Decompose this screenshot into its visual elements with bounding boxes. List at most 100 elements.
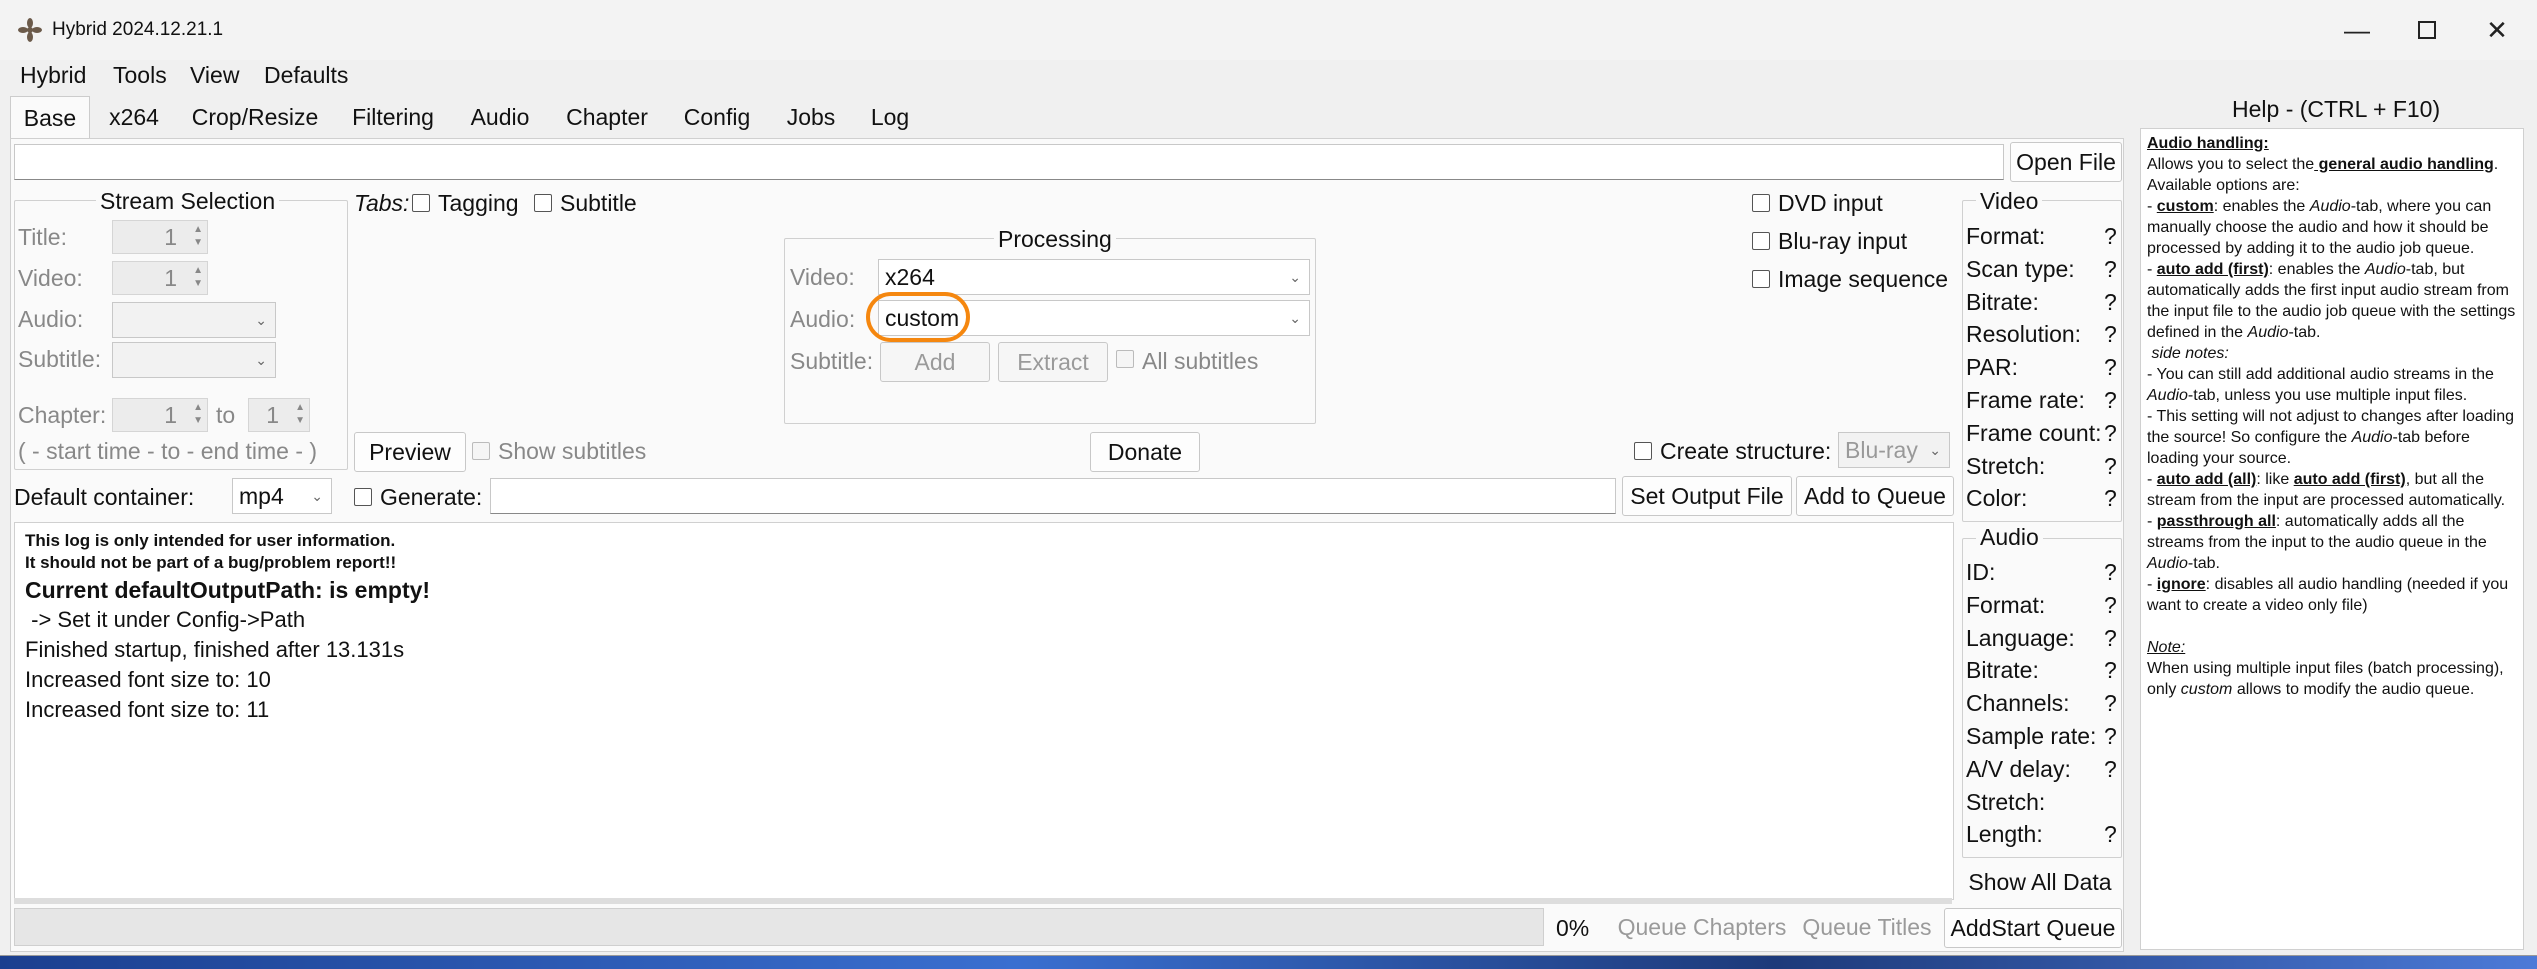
add-to-queue-button[interactable]: Add to Queue — [1796, 476, 1954, 516]
set-output-file-button[interactable]: Set Output File — [1622, 476, 1792, 516]
show-all-data-button[interactable]: Show All Data — [1962, 864, 2118, 900]
subtitle-tab-checkbox[interactable] — [534, 194, 552, 212]
queue-chapters-button[interactable]: Queue Chapters — [1614, 908, 1790, 946]
video-field-label: Color: — [1966, 485, 2028, 512]
maximize-button[interactable] — [2392, 0, 2462, 60]
title-value: 1 — [164, 224, 177, 250]
video-field-value: ? — [2104, 321, 2117, 348]
create-structure-checkbox[interactable] — [1634, 442, 1652, 460]
generate-checkbox[interactable] — [354, 488, 372, 506]
structure-select[interactable]: Blu-ray ⌄ — [1838, 432, 1950, 468]
all-subtitles-checkbox[interactable] — [1116, 350, 1134, 368]
tabs-label: Tabs: — [354, 190, 410, 216]
log-line: Finished startup, finished after 13.131s — [25, 637, 405, 662]
log-scrollbar[interactable] — [14, 898, 1952, 904]
tab-audio[interactable]: Audio — [456, 96, 544, 138]
video-field-value: ? — [2104, 387, 2117, 413]
tagging-checkbox[interactable] — [412, 194, 430, 212]
audio-field-value: ? — [2104, 755, 2117, 782]
log-line: Current defaultOutputPath: is empty! — [25, 577, 431, 603]
subtitle-add-button[interactable]: Add — [880, 342, 990, 382]
dvd-input-checkbox[interactable] — [1752, 194, 1770, 212]
queue-titles-button[interactable]: Queue Titles — [1798, 908, 1936, 946]
audio-field-label: Sample rate: — [1966, 723, 2097, 749]
preview-button[interactable]: Preview — [354, 432, 466, 472]
help-text: side notes: — [2147, 345, 2229, 362]
subtitle-extract-button[interactable]: Extract — [998, 342, 1108, 382]
hybrid-logo-icon — [18, 18, 42, 42]
log-area[interactable]: This log is only intended for user infor… — [14, 522, 1954, 900]
processing-audio-label: Audio: — [790, 306, 856, 332]
audio-field-value: ? — [2104, 723, 2117, 749]
help-text: : like — [2256, 471, 2294, 488]
audio-field-label: Bitrate: — [1966, 657, 2039, 684]
tab-config[interactable]: Config — [670, 96, 764, 138]
tab-chapter[interactable]: Chapter — [552, 96, 662, 138]
help-option-passthrough: passthrough all — [2156, 513, 2276, 530]
chapter-to-spinbox[interactable]: 1 ▲ ▼ — [248, 398, 310, 432]
tab-base[interactable]: Base — [10, 96, 90, 139]
donate-button[interactable]: Donate — [1090, 432, 1200, 472]
processing-title: Processing — [994, 224, 1116, 254]
audio-stream-select[interactable]: ⌄ — [112, 302, 276, 338]
video-field-value: ? — [2104, 223, 2117, 249]
help-link: general audio handling — [2314, 156, 2494, 173]
log-line: It should not be part of a bug/problem r… — [25, 553, 397, 572]
help-note-heading: Note: — [2147, 639, 2186, 656]
minimize-button[interactable]: — — [2322, 0, 2392, 60]
open-file-button[interactable]: Open File — [2010, 142, 2122, 182]
help-text: Allows you to select the — [2147, 156, 2315, 173]
audio-field-label: A/V delay: — [1966, 755, 2071, 782]
tab-filtering[interactable]: Filtering — [338, 96, 448, 138]
subtitle-stream-select[interactable]: ⌄ — [112, 342, 276, 378]
container-value: mp4 — [239, 483, 284, 509]
chapter-label: Chapter: — [18, 402, 107, 428]
all-subtitles-label: All subtitles — [1142, 348, 1259, 374]
image-sequence-checkbox[interactable] — [1752, 270, 1770, 288]
audio-field-label: Channels: — [1966, 690, 2070, 717]
menu-tools[interactable]: Tools — [113, 60, 167, 90]
audio-field-label: Length: — [1966, 821, 2043, 848]
menu-hybrid[interactable]: Hybrid — [20, 60, 86, 90]
add-start-queue-button[interactable]: AddStart Queue — [1944, 908, 2122, 948]
tab-jobs[interactable]: Jobs — [772, 96, 850, 138]
log-line: Increased font size to: 10 — [25, 667, 271, 692]
tab-x264[interactable]: x264 — [96, 96, 172, 138]
progress-percent: 0% — [1556, 915, 1590, 941]
video-stream-spinbox[interactable]: 1 ▲ ▼ — [112, 261, 208, 295]
video-encoder-value: x264 — [885, 264, 935, 290]
video-stream-label: Video: — [18, 265, 83, 291]
help-text: Audio — [2147, 387, 2188, 404]
help-text: allows to modify the audio queue. — [2232, 681, 2475, 698]
audio-field-label: ID: — [1966, 559, 1996, 585]
help-text: -tab. — [2288, 324, 2321, 341]
chapter-from-spinbox[interactable]: 1 ▲ ▼ — [112, 398, 208, 432]
subtitle-tab-label: Subtitle — [560, 190, 637, 216]
bluray-input-checkbox[interactable] — [1752, 232, 1770, 250]
output-file-path[interactable] — [490, 478, 1616, 514]
log-line: This log is only intended for user infor… — [25, 531, 396, 550]
image-sequence-label: Image sequence — [1778, 266, 1949, 292]
help-text: Audio — [2351, 429, 2393, 446]
chevron-down-icon: ⌄ — [255, 352, 267, 368]
help-option-ignore: ignore — [2156, 576, 2206, 593]
menu-defaults[interactable]: Defaults — [264, 60, 348, 90]
desktop-background — [0, 955, 2537, 969]
show-subtitles-label: Show subtitles — [498, 438, 647, 464]
help-panel: Audio handling: Allows you to select the… — [2140, 128, 2524, 950]
audio-stream-label: Audio: — [18, 306, 84, 332]
title-spinbox[interactable]: 1 ▲ ▼ — [112, 220, 208, 254]
tab-log[interactable]: Log — [858, 96, 922, 138]
menu-view[interactable]: View — [190, 60, 239, 90]
container-select[interactable]: mp4 ⌄ — [232, 478, 332, 514]
help-option-auto-first: auto add (first) — [2156, 261, 2269, 278]
audio-field-value: ? — [2104, 559, 2117, 585]
close-button[interactable]: ✕ — [2462, 0, 2532, 60]
video-field-label: Format: — [1966, 223, 2046, 249]
show-subtitles-checkbox[interactable] — [472, 442, 490, 460]
tab-crop-resize[interactable]: Crop/Resize — [180, 96, 330, 138]
input-file-path[interactable] — [14, 144, 2004, 180]
spin-arrows-icon: ▲ ▼ — [193, 265, 203, 289]
video-encoder-select[interactable]: x264 ⌄ — [878, 259, 1310, 295]
stream-selection-title: Stream Selection — [96, 186, 280, 216]
